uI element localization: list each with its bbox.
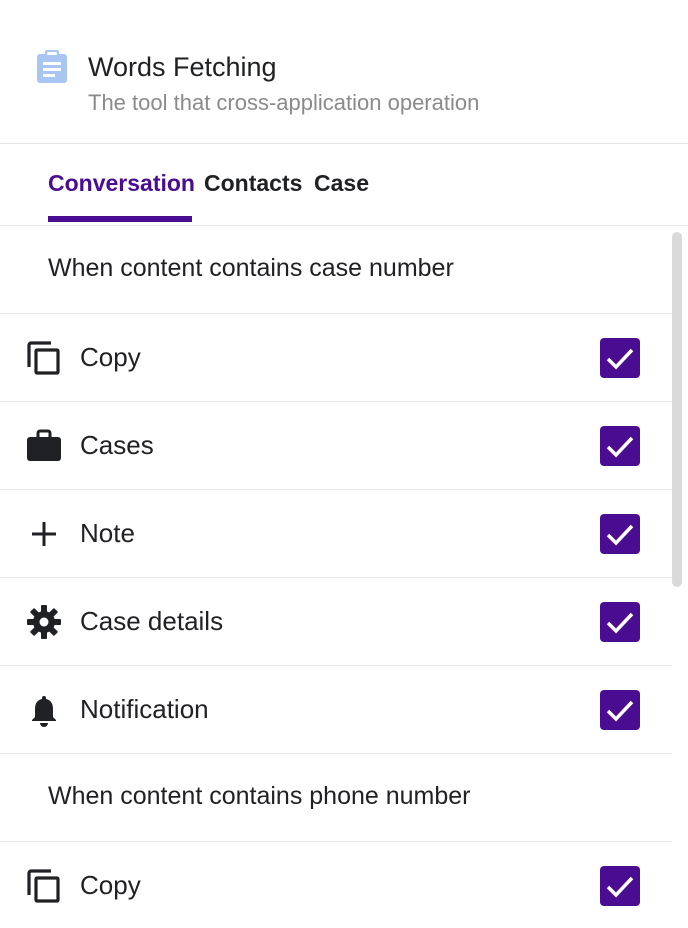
case-details-checkbox[interactable] bbox=[600, 602, 640, 642]
list-item-case-details[interactable]: Case details bbox=[0, 578, 672, 666]
item-label: Copy bbox=[80, 342, 141, 372]
app-title: Words Fetching bbox=[88, 52, 277, 82]
copy-phone-checkbox[interactable] bbox=[600, 866, 640, 906]
settings-list[interactable]: When content contains case number Copy C… bbox=[0, 226, 688, 928]
app-header: Words Fetching The tool that cross-appli… bbox=[0, 0, 688, 144]
tab-case[interactable]: Case bbox=[314, 170, 369, 197]
section-header-phone-number: When content contains phone number bbox=[0, 754, 672, 842]
tab-bar: Conversation Contacts Case bbox=[0, 144, 688, 226]
item-label: Copy bbox=[80, 870, 141, 900]
list-item-copy[interactable]: Copy bbox=[0, 314, 672, 402]
notification-checkbox[interactable] bbox=[600, 690, 640, 730]
section-header-case-number: When content contains case number bbox=[0, 226, 672, 314]
tab-conversation[interactable]: Conversation bbox=[48, 170, 195, 197]
item-label: Notification bbox=[80, 694, 209, 724]
list-item-copy-phone[interactable]: Copy bbox=[0, 842, 672, 928]
list-item-notification[interactable]: Notification bbox=[0, 666, 672, 754]
section-label: When content contains case number bbox=[48, 254, 454, 282]
copy-icon bbox=[27, 341, 60, 375]
item-label: Cases bbox=[80, 430, 154, 460]
list-item-cases[interactable]: Cases bbox=[0, 402, 672, 490]
note-checkbox[interactable] bbox=[600, 514, 640, 554]
copy-checkbox[interactable] bbox=[600, 338, 640, 378]
section-label: When content contains phone number bbox=[48, 782, 471, 810]
tab-contacts[interactable]: Contacts bbox=[204, 170, 302, 197]
cases-checkbox[interactable] bbox=[600, 426, 640, 466]
briefcase-icon bbox=[27, 429, 61, 461]
copy-icon bbox=[27, 869, 60, 903]
item-label: Case details bbox=[80, 606, 224, 636]
app-subtitle: The tool that cross-application operatio… bbox=[88, 90, 480, 115]
scrollbar-thumb[interactable] bbox=[672, 232, 682, 587]
list-item-note[interactable]: Note bbox=[0, 490, 672, 578]
clipboard-icon bbox=[37, 50, 67, 83]
plus-icon bbox=[32, 522, 56, 546]
item-label: Note bbox=[80, 518, 135, 548]
active-tab-indicator bbox=[48, 216, 192, 222]
gear-icon bbox=[27, 605, 61, 639]
bell-icon bbox=[32, 696, 56, 727]
